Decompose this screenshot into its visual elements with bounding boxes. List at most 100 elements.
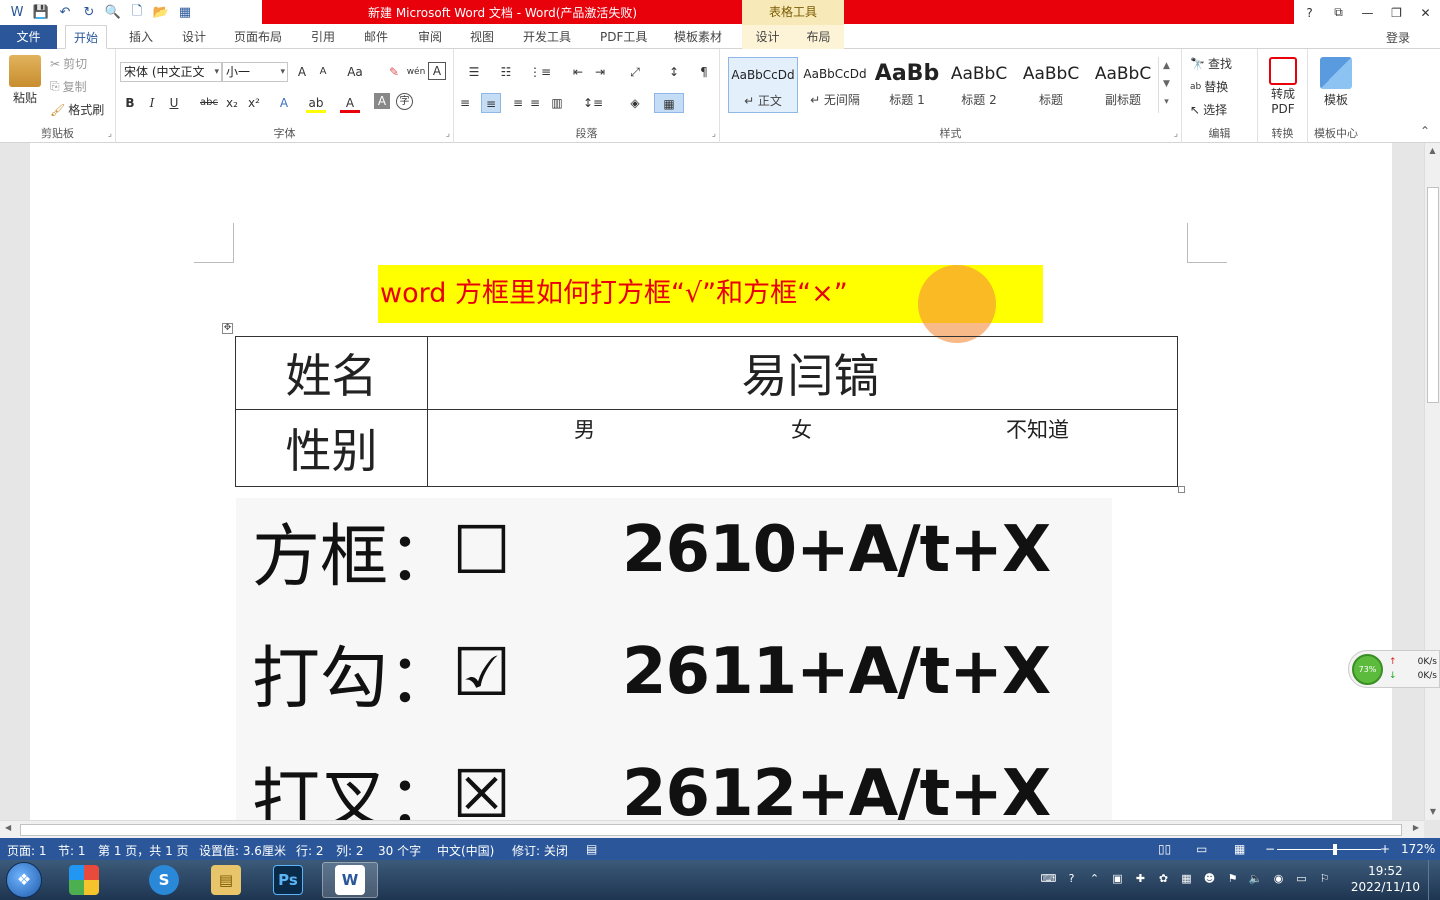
- horizontal-scrollbar[interactable]: ◀ ▶: [0, 820, 1424, 838]
- distributed-button[interactable]: ▥: [547, 93, 567, 113]
- network-tray-icon[interactable]: ▣: [1109, 870, 1126, 887]
- scroll-right-icon[interactable]: ▶: [1413, 823, 1419, 832]
- bold-button[interactable]: B: [120, 93, 140, 113]
- font-size-combo[interactable]: 小一: [222, 62, 288, 82]
- italic-button[interactable]: I: [142, 93, 162, 113]
- taskbar-app-colors[interactable]: [56, 862, 112, 898]
- tab-home[interactable]: 开始: [65, 25, 108, 49]
- gender-options-cell[interactable]: 男 女 不知道: [427, 409, 1178, 487]
- font-family-combo[interactable]: 宋体 (中文正文: [120, 62, 222, 82]
- tab-template-materials[interactable]: 模板素材: [666, 25, 730, 49]
- zoom-out-button[interactable]: −: [1265, 842, 1275, 856]
- vertical-scrollbar[interactable]: ▲ ▼: [1424, 143, 1440, 820]
- chevron-up-icon[interactable]: ▲: [1159, 57, 1174, 75]
- zoom-in-button[interactable]: +: [1380, 842, 1390, 856]
- style-normal[interactable]: AaBbCcDd ↵ 正文: [728, 57, 798, 113]
- font-color-button[interactable]: A: [340, 93, 360, 113]
- tab-mailings[interactable]: 邮件: [356, 25, 396, 49]
- windows-start-icon[interactable]: ❖: [6, 862, 42, 898]
- action-center-icon[interactable]: ⚐: [1316, 870, 1333, 887]
- enclose-characters-button[interactable]: 字: [396, 93, 413, 110]
- horizontal-scroll-thumb[interactable]: [20, 824, 1402, 836]
- chevron-down-icon[interactable]: ▼: [1159, 75, 1174, 93]
- taskbar-app-word[interactable]: W: [322, 862, 378, 898]
- tab-developer[interactable]: 开发工具: [515, 25, 579, 49]
- tray-expand-icon[interactable]: ⌃: [1086, 870, 1103, 887]
- tab-table-layout[interactable]: 布局: [793, 25, 844, 49]
- tab-view[interactable]: 视图: [462, 25, 502, 49]
- connection-tray-icon[interactable]: ◉: [1270, 870, 1287, 887]
- help-tray-icon[interactable]: ?: [1063, 870, 1080, 887]
- status-setting[interactable]: 设置值: 3.6厘米: [199, 842, 286, 859]
- tab-design[interactable]: 设计: [174, 25, 214, 49]
- login-link[interactable]: 登录: [1386, 29, 1410, 46]
- shrink-font-button[interactable]: A: [313, 62, 333, 82]
- align-right-button[interactable]: ≡: [503, 93, 523, 113]
- underline-button[interactable]: U: [164, 93, 184, 113]
- help-button[interactable]: ?: [1295, 0, 1324, 25]
- tab-references[interactable]: 引用: [303, 25, 343, 49]
- taskbar-app-sogou[interactable]: S: [136, 862, 192, 898]
- ribbon-display-options-button[interactable]: ⧉: [1324, 0, 1353, 25]
- save-icon[interactable]: 💾: [30, 2, 52, 24]
- minimize-button[interactable]: —: [1353, 0, 1382, 25]
- bullets-button[interactable]: ☰: [460, 62, 488, 82]
- multilevel-list-button[interactable]: ⋮≡: [524, 62, 556, 82]
- display-tray-icon[interactable]: ▭: [1293, 870, 1310, 887]
- line-spacing-button[interactable]: ↕≡: [578, 93, 608, 113]
- volume-icon[interactable]: 🔈: [1247, 870, 1264, 887]
- gender-label-cell[interactable]: 性别: [235, 409, 428, 487]
- status-track-changes[interactable]: 修订: 关闭: [512, 842, 568, 859]
- status-column[interactable]: 列: 2: [336, 842, 364, 859]
- justify-button[interactable]: ≡: [525, 93, 545, 113]
- grow-font-button[interactable]: A: [292, 62, 312, 82]
- tab-pdf-tools[interactable]: PDF工具: [592, 25, 655, 49]
- align-center-button[interactable]: ≡: [481, 93, 501, 113]
- taskbar-app-explorer[interactable]: ▤: [198, 862, 254, 898]
- numbering-button[interactable]: ☷: [492, 62, 520, 82]
- macro-record-icon[interactable]: ▤: [586, 842, 597, 856]
- select-button[interactable]: ↖ 选择: [1190, 101, 1227, 118]
- borders-button[interactable]: ▦: [654, 93, 684, 113]
- change-case-button[interactable]: Aa: [340, 62, 370, 82]
- status-page-count[interactable]: 第 1 页，共 1 页: [98, 842, 189, 859]
- scroll-left-icon[interactable]: ◀: [5, 823, 11, 832]
- font-dialog-launcher[interactable]: ⌟: [446, 129, 450, 139]
- network-speed-widget[interactable]: 73% ↑ 0K/s ↓ 0K/s: [1348, 650, 1440, 688]
- clock[interactable]: 19:52 2022/11/10: [1351, 863, 1420, 895]
- asian-layout-button[interactable]: ⤢: [620, 62, 650, 82]
- page[interactable]: word 方框里如何打方框“√”和方框“×” ✥ 姓名 易闫镐 性别 男 女 不…: [30, 143, 1392, 820]
- format-painter-button[interactable]: 🖌 格式刷: [50, 101, 104, 118]
- qq-tray-icon[interactable]: ☻: [1201, 870, 1218, 887]
- convert-to-pdf-button[interactable]: 转成 PDF: [1262, 57, 1304, 117]
- gallery-more-icon[interactable]: ▾: [1159, 93, 1174, 111]
- tab-insert[interactable]: 插入: [121, 25, 161, 49]
- style-heading-1[interactable]: AaBb 标题 1: [872, 57, 942, 113]
- templates-button[interactable]: 模板: [1316, 57, 1356, 108]
- tab-file[interactable]: 文件: [0, 25, 57, 49]
- print-preview-icon[interactable]: 🔍: [102, 2, 124, 24]
- close-button[interactable]: ✕: [1411, 0, 1440, 25]
- style-no-spacing[interactable]: AaBbCcDd ↵ 无间隔: [800, 57, 870, 113]
- taskbar-app-photoshop[interactable]: Ps: [260, 862, 316, 898]
- shortcut-reference-image[interactable]: 方框： ☐ 2610+A/t+X 打勾： ☑ 2611+A/t+X 打叉： ☒ …: [236, 498, 1112, 820]
- table-resize-handle[interactable]: [1178, 486, 1185, 493]
- new-document-icon[interactable]: 🗋: [126, 2, 148, 24]
- paragraph-dialog-launcher[interactable]: ⌟: [712, 129, 716, 139]
- paste-button[interactable]: 粘贴: [6, 55, 44, 106]
- status-row[interactable]: 行: 2: [296, 842, 324, 859]
- tab-review[interactable]: 审阅: [410, 25, 450, 49]
- redo-icon[interactable]: ↻: [78, 2, 100, 24]
- word-app-icon[interactable]: W: [6, 2, 28, 24]
- scroll-down-icon[interactable]: ▼: [1425, 804, 1440, 820]
- maximize-button[interactable]: ❐: [1382, 0, 1411, 25]
- phonetic-guide-button[interactable]: wén: [406, 62, 426, 82]
- status-word-count[interactable]: 30 个字: [378, 842, 421, 859]
- clear-formatting-button[interactable]: ✎: [384, 62, 404, 82]
- app-tray-icon[interactable]: ▦: [1178, 870, 1195, 887]
- zoom-level[interactable]: 172%: [1401, 842, 1435, 856]
- web-layout-icon[interactable]: ▦: [1234, 842, 1245, 856]
- read-mode-icon[interactable]: ▯▯: [1158, 842, 1171, 856]
- shading-button[interactable]: ◈: [622, 93, 648, 113]
- clipboard-dialog-launcher[interactable]: ⌟: [108, 129, 112, 139]
